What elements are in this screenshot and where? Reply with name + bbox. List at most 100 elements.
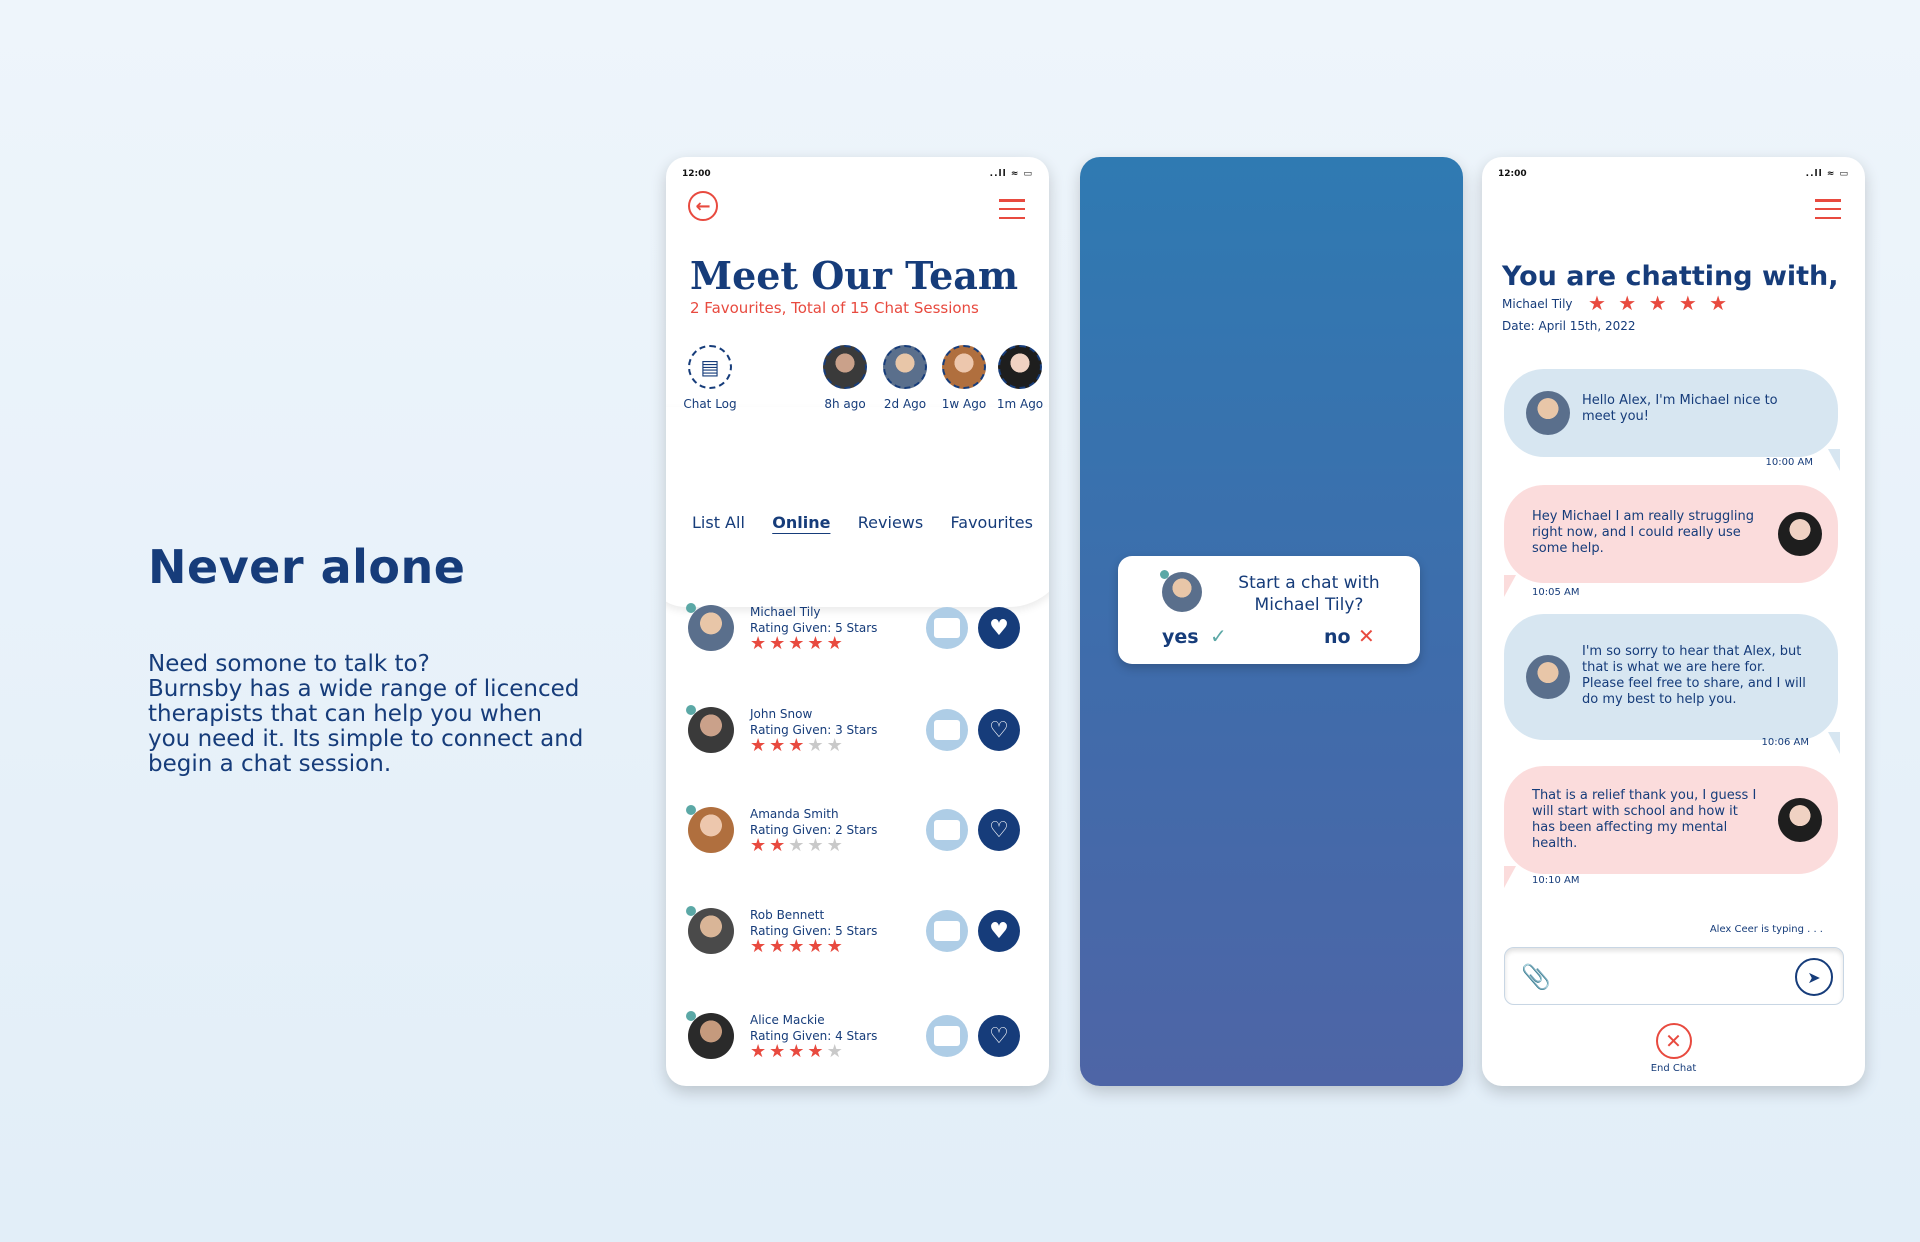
status-bar: 12:00 ..ll ≈ ▭ [682,169,1033,183]
chat-bubble-icon[interactable] [926,709,968,751]
heart-outline-icon[interactable]: ♡ [978,709,1020,751]
status-time: 12:00 [1498,169,1527,179]
tab-reviews[interactable]: Reviews [858,513,923,532]
therapist-row[interactable]: Alice Mackie Rating Given: 4 Stars ★★★★★… [686,1009,1020,1069]
recent-chat[interactable]: 8h ago [816,345,874,411]
recent-chat-time: 1w Ago [941,397,987,411]
online-indicator [686,603,696,613]
typing-indicator: Alex Ceer is typing . . . [1709,924,1823,935]
star-filled-icon: ★ [750,633,770,654]
intro-line: Burnsby has a wide range of licenced [148,676,580,702]
avatar [688,605,734,651]
back-arrow-icon[interactable]: ← [688,191,718,221]
star-filled-icon: ★ [750,1041,770,1062]
message-text: Hello Alex, I'm Michael nice to meet you… [1582,393,1778,424]
chat-bubble-icon[interactable] [926,809,968,851]
star-filled-icon: ★ [788,1041,808,1062]
dialog-line: Michael Tily? [1254,595,1364,615]
tab-list-all[interactable]: List All [692,513,745,532]
avatar [1162,572,1202,612]
page-subtitle: 2 Favourites, Total of 15 Chat Sessions [690,299,979,317]
avatar [1526,655,1570,699]
end-chat-label: End Chat [1650,1063,1697,1074]
recent-chat[interactable]: 1m Ago [991,345,1049,411]
chat-log-label: Chat Log [683,397,737,411]
star-filled-icon: ★ [788,936,808,957]
star-filled-icon: ★ [750,936,770,957]
message-time: 10:00 AM [1765,457,1813,468]
heart-outline-icon[interactable]: ♡ [978,1015,1020,1057]
therapist-row[interactable]: John Snow Rating Given: 3 Stars ★★★★★ ♡ [686,703,1020,763]
tab-online[interactable]: Online [772,513,830,532]
therapist-row[interactable]: Amanda Smith Rating Given: 2 Stars ★★★★★… [686,803,1020,863]
avatar [942,345,986,389]
star-filled-icon: ★ [807,936,827,957]
message-bubble: Hello Alex, I'm Michael nice to meet you… [1504,369,1840,471]
end-chat-button[interactable]: ✕ End Chat [1482,1023,1865,1074]
star-filled-icon: ★ [750,735,770,756]
chat-bubble-icon[interactable] [926,1015,968,1057]
phone-chat: 12:00 ..ll ≈ ▭ You are chatting with, Mi… [1482,157,1865,1086]
header-curve [666,407,1049,607]
intro-line: therapists that can help you when [148,701,542,727]
recent-chat-time: 8h ago [824,397,866,411]
star-filled-icon: ★ [807,633,827,654]
star-rating: ★★★★★ [750,633,846,654]
message-text: I'm so sorry to hear that Alex, but that… [1582,644,1806,707]
message-bubble: That is a relief thank you, I guess I wi… [1504,766,1838,888]
yes-button[interactable]: yes [1162,626,1199,648]
check-icon[interactable]: ✓ [1210,624,1227,648]
message-bubble: Hey Michael I am really struggling right… [1504,485,1838,597]
star-empty-icon: ★ [807,735,827,756]
chat-log-button[interactable]: ▤ Chat Log [680,345,740,411]
star-empty-icon: ★ [826,1041,846,1062]
heart-icon[interactable]: ♥ [978,607,1020,649]
paperclip-icon[interactable]: 📎 [1521,963,1551,991]
chat-bubble-icon[interactable] [926,607,968,649]
start-chat-dialog: Start a chat with Michael Tily? yes ✓ no… [1118,556,1420,664]
therapist-name: Michael Tily [1502,297,1573,311]
send-icon[interactable]: ➤ [1795,958,1833,996]
therapist-name: Michael Tily [750,605,821,619]
phone-team-list: 12:00 ..ll ≈ ▭ ← Meet Our Team 2 Favouri… [666,157,1049,1086]
avatar [1778,512,1822,556]
message-time: 10:05 AM [1532,587,1580,598]
therapist-row[interactable]: Michael Tily Rating Given: 5 Stars ★★★★★… [686,601,1020,661]
star-filled-icon: ★ [826,633,846,654]
hamburger-menu-icon[interactable] [999,199,1025,219]
status-icons: ..ll ≈ ▭ [989,169,1033,179]
recent-chat[interactable]: 1w Ago [935,345,993,411]
chat-bubble-icon[interactable] [926,910,968,952]
chat-date: Date: April 15th, 2022 [1502,319,1636,333]
therapist-name: Alice Mackie [750,1013,825,1027]
page-title: You are chatting with, [1502,261,1839,292]
intro-section: Never alone Need somone to talk to? Burn… [148,540,618,777]
therapist-name: Amanda Smith [750,807,839,821]
online-indicator [686,805,696,815]
recent-chat[interactable]: 2d Ago [876,345,934,411]
heart-icon[interactable]: ♥ [978,910,1020,952]
avatar [823,345,867,389]
intro-line: begin a chat session. [148,751,392,777]
status-time: 12:00 [682,169,711,179]
close-icon: ✕ [1655,1023,1692,1059]
avatar [688,807,734,853]
recent-chat-time: 1m Ago [996,397,1044,411]
intro-heading: Never alone [148,540,466,594]
close-icon[interactable]: ✕ [1358,624,1375,648]
no-button[interactable]: no [1324,626,1351,648]
intro-line: you need it. Its simple to connect and [148,726,584,752]
therapist-row[interactable]: Rob Bennett Rating Given: 5 Stars ★★★★★ … [686,904,1020,964]
star-filled-icon: ★ [826,936,846,957]
message-text: That is a relief thank you, I guess I wi… [1532,788,1757,851]
dialog-question: Start a chat with Michael Tily? [1214,572,1404,616]
message-input[interactable]: 📎 ➤ [1504,947,1844,1005]
avatar [998,345,1042,389]
star-filled-icon: ★ [769,936,789,957]
star-rating: ★★★★★ [750,936,846,957]
avatar [688,1013,734,1059]
heart-outline-icon[interactable]: ♡ [978,809,1020,851]
hamburger-menu-icon[interactable] [1815,199,1841,219]
tab-favourites[interactable]: Favourites [951,513,1033,532]
star-filled-icon: ★ [750,835,770,856]
